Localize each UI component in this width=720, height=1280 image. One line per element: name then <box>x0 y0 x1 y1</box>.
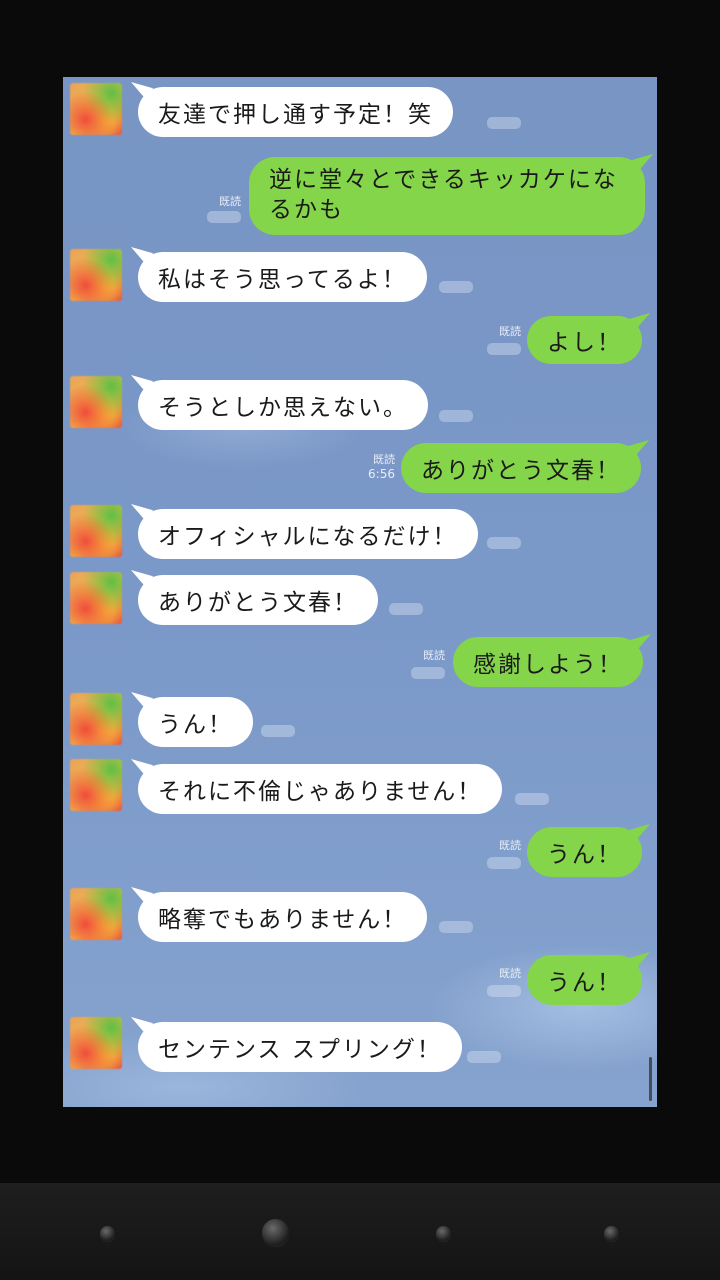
nav-button-dot[interactable] <box>100 1226 115 1241</box>
timestamp-blur <box>487 857 521 869</box>
device-nav-bar <box>0 1183 720 1280</box>
read-label: 既読 <box>423 649 445 662</box>
timestamp-blur <box>389 603 423 615</box>
timestamp-blur <box>487 343 521 355</box>
read-receipt: 既読 6:56 <box>353 453 395 481</box>
scroll-indicator[interactable] <box>649 1057 652 1101</box>
timestamp-blur <box>261 725 295 737</box>
contact-avatar[interactable] <box>70 888 122 940</box>
contact-avatar[interactable] <box>70 505 122 557</box>
timestamp-blur <box>411 667 445 679</box>
read-receipt: 既読 <box>203 195 241 209</box>
outgoing-message-bubble[interactable]: 感謝しよう！ <box>453 637 643 687</box>
outgoing-message-bubble[interactable]: うん！ <box>527 827 642 877</box>
contact-avatar[interactable] <box>70 249 122 301</box>
read-receipt: 既読 <box>483 839 521 853</box>
timestamp-blur <box>439 410 473 422</box>
incoming-message-bubble[interactable]: そうとしか思えない。 <box>138 380 428 430</box>
contact-avatar[interactable] <box>70 693 122 745</box>
timestamp-blur <box>487 985 521 997</box>
timestamp-blur <box>439 921 473 933</box>
contact-avatar[interactable] <box>70 1017 122 1069</box>
timestamp-blur <box>439 281 473 293</box>
contact-avatar[interactable] <box>70 572 122 624</box>
home-button[interactable] <box>262 1219 289 1246</box>
incoming-message-bubble[interactable]: 私はそう思ってるよ！ <box>138 252 427 302</box>
nav-button-dot[interactable] <box>604 1226 619 1241</box>
incoming-message-bubble[interactable]: それに不倫じゃありません！ <box>138 764 503 814</box>
read-label: 既読 <box>499 839 521 852</box>
outgoing-message-bubble[interactable]: よし！ <box>527 316 642 364</box>
incoming-message-bubble[interactable]: うん！ <box>138 697 253 747</box>
timestamp-blur <box>515 793 549 805</box>
read-label: 既読 <box>219 195 241 208</box>
read-receipt: 既読 <box>483 967 521 981</box>
incoming-message-bubble[interactable]: 略奪でもありません！ <box>138 892 428 942</box>
timestamp-blur <box>487 537 521 549</box>
chat-screen[interactable]: 友達で押し通す予定！笑 既読 逆に堂々とできるキッカケになるかも 私はそう思って… <box>63 77 657 1107</box>
read-label: 既読 <box>499 325 521 338</box>
incoming-message-bubble[interactable]: オフィシャルになるだけ！ <box>138 509 478 559</box>
contact-avatar[interactable] <box>70 759 122 811</box>
read-label: 既読 <box>373 453 395 466</box>
incoming-message-bubble[interactable]: ありがとう文春！ <box>138 575 378 625</box>
contact-avatar[interactable] <box>70 83 122 135</box>
read-receipt: 既読 <box>483 325 521 339</box>
timestamp-blur <box>487 117 521 129</box>
message-time: 6:56 <box>368 467 395 481</box>
outgoing-message-bubble[interactable]: 逆に堂々とできるキッカケになるかも <box>249 157 645 235</box>
read-receipt: 既読 <box>407 649 445 663</box>
timestamp-blur <box>207 211 241 223</box>
timestamp-blur <box>467 1051 501 1063</box>
contact-avatar[interactable] <box>70 376 122 428</box>
incoming-message-bubble[interactable]: センテンス スプリング！ <box>138 1022 462 1072</box>
incoming-message-bubble[interactable]: 友達で押し通す予定！笑 <box>138 87 453 137</box>
outgoing-message-bubble[interactable]: うん！ <box>527 955 642 1005</box>
nav-button-dot[interactable] <box>436 1226 451 1241</box>
outgoing-message-bubble[interactable]: ありがとう文春！ <box>401 443 641 493</box>
read-label: 既読 <box>499 967 521 980</box>
